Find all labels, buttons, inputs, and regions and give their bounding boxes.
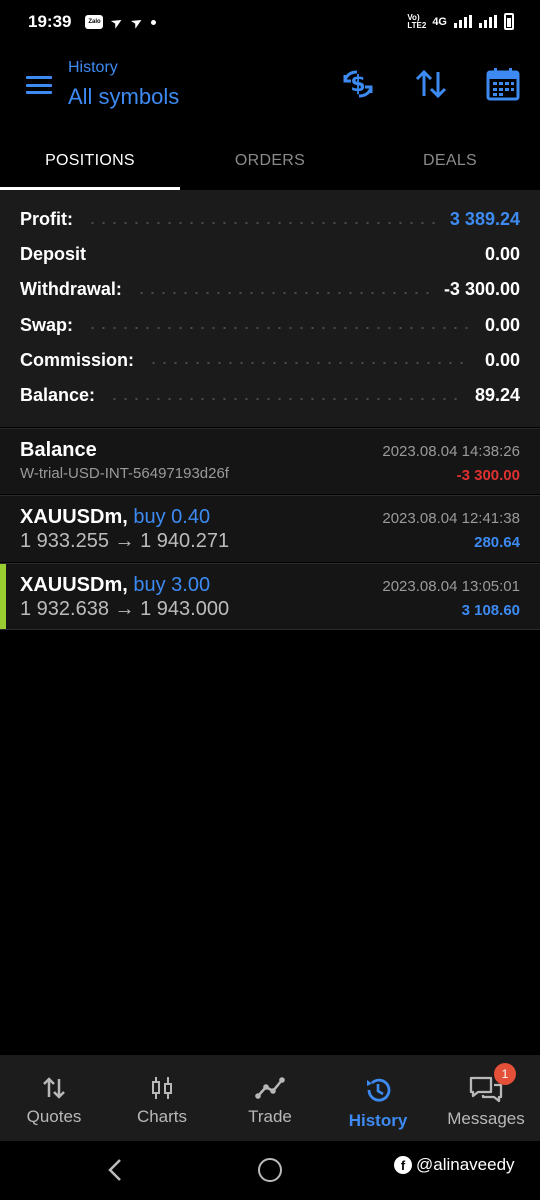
summary-label: Commission:: [20, 349, 135, 370]
summary-row-balance: Balance: 89.24: [20, 378, 520, 413]
telegram-icon: ➤: [108, 11, 127, 32]
selected-marker: [0, 564, 6, 629]
position-time: 2023.08.04 12:41:38: [382, 510, 520, 527]
deal-time: 2023.08.04 14:38:26: [382, 443, 520, 460]
position-profit: 280.64: [474, 534, 520, 551]
deposit-value: 0.00: [484, 244, 520, 265]
bottom-navigation: Quotes Charts Trade History 1 Messages: [0, 1055, 540, 1141]
summary-label: Profit:: [20, 209, 73, 230]
status-bar: 19:39 Zalo ➤ ➤ Vo) LTE2 4G: [0, 0, 540, 44]
position-time: 2023.08.04 13:05:01: [382, 578, 520, 595]
battery-icon: [504, 13, 514, 30]
menu-icon[interactable]: [26, 76, 52, 94]
dotted-leader: [135, 291, 430, 294]
tab-orders[interactable]: ORDERS: [180, 132, 360, 190]
summary-label: Swap:: [20, 314, 74, 335]
dotted-leader: [87, 221, 436, 224]
list-item-balance-operation[interactable]: Balance W-trial-USD-INT-56497193d26f 202…: [0, 428, 540, 494]
unread-badge: 1: [494, 1063, 516, 1085]
system-navigation-bar: f @alinaveedy: [0, 1141, 540, 1200]
currency-exchange-icon[interactable]: $: [340, 66, 376, 102]
history-tabs: POSITIONS ORDERS DEALS: [0, 132, 540, 190]
summary-row-profit: Profit: 3 389.24: [20, 202, 520, 237]
network-type: 4G: [432, 15, 447, 28]
notification-icons: Zalo ➤ ➤: [85, 11, 156, 32]
facebook-icon: f: [394, 1156, 412, 1174]
status-time: 19:39: [28, 12, 72, 31]
balance-value: 89.24: [474, 385, 520, 406]
watermark-text: @alinaveedy: [416, 1155, 515, 1174]
tab-positions[interactable]: POSITIONS: [0, 132, 180, 190]
candlestick-icon: [152, 1077, 172, 1099]
dotted-leader: [109, 397, 461, 400]
summary-row-swap: Swap: 0.00: [20, 308, 520, 343]
dotted-leader: [87, 327, 471, 330]
list-item-position[interactable]: XAUUSDm, buy 0.40 1 933.255 → 1 940.271 …: [0, 495, 540, 562]
volte-label: Vo) LTE2: [407, 12, 427, 30]
nav-quotes[interactable]: Quotes: [0, 1055, 108, 1141]
quotes-arrows-icon: [43, 1077, 65, 1099]
position-symbol: XAUUSDm,: [20, 506, 128, 528]
nav-label: Charts: [136, 1107, 188, 1126]
nav-label: Messages: [447, 1109, 525, 1128]
summary-row-withdrawal: Withdrawal: -3 300.00: [20, 272, 520, 307]
position-prices: 1 932.638 → 1 943.000: [20, 598, 230, 620]
nav-messages[interactable]: 1 Messages: [432, 1055, 540, 1141]
profit-value: 3 389.24: [449, 209, 520, 230]
home-button[interactable]: [258, 1158, 282, 1182]
position-prices: 1 933.255 → 1 940.271: [20, 530, 230, 552]
system-status-icons: Vo) LTE2 4G: [407, 13, 514, 30]
telegram-icon-2: ➤: [127, 11, 146, 32]
position-title: XAUUSDm, buy 3.00: [20, 574, 210, 597]
calendar-icon[interactable]: [485, 66, 521, 102]
signal-icon-2: [479, 15, 497, 28]
deal-title: Balance: [20, 439, 97, 461]
sort-icon[interactable]: [413, 66, 449, 102]
svg-text:$: $: [350, 72, 365, 97]
commission-value: 0.00: [484, 349, 520, 370]
list-item-position[interactable]: XAUUSDm, buy 3.00 1 932.638 → 1 943.000 …: [0, 563, 540, 630]
app-header: History All symbols $: [0, 44, 540, 132]
summary-row-deposit: Deposit 0.00: [20, 237, 520, 272]
deal-comment: W-trial-USD-INT-56497193d26f: [20, 465, 229, 482]
watermark: f @alinaveedy: [394, 1155, 515, 1175]
nav-history[interactable]: History: [324, 1055, 432, 1141]
withdrawal-value: -3 300.00: [443, 279, 520, 300]
summary-label: Deposit: [20, 244, 87, 265]
nav-charts[interactable]: Charts: [108, 1055, 216, 1141]
swap-value: 0.00: [484, 314, 520, 335]
position-direction: buy 0.40: [133, 506, 211, 528]
position-profit: 3 108.60: [461, 602, 520, 619]
summary-label: Withdrawal:: [20, 279, 122, 300]
history-clock-icon: [367, 1078, 391, 1102]
position-direction: buy 3.00: [133, 574, 211, 596]
dotted-leader: [148, 362, 471, 365]
back-icon[interactable]: [104, 1157, 126, 1183]
deal-amount: -3 300.00: [456, 467, 520, 484]
summary-label: Balance:: [20, 385, 96, 406]
signal-icon: [454, 15, 472, 28]
trend-line-icon: [255, 1077, 285, 1099]
position-symbol: XAUUSDm,: [20, 574, 128, 596]
header-subtitle: History: [68, 59, 118, 76]
nav-label: Trade: [248, 1107, 292, 1126]
nav-label: Quotes: [26, 1107, 82, 1126]
tab-deals[interactable]: DEALS: [360, 132, 540, 190]
nav-trade[interactable]: Trade: [216, 1055, 324, 1141]
more-notifications-icon: [150, 19, 156, 25]
nav-label: History: [348, 1111, 408, 1130]
summary-panel: Profit: 3 389.24 Deposit 0.00 Withdrawal…: [0, 190, 540, 427]
dotted-leader: [100, 257, 471, 259]
position-title: XAUUSDm, buy 0.40: [20, 506, 210, 529]
symbol-selector[interactable]: All symbols: [68, 84, 179, 110]
summary-row-commission: Commission: 0.00: [20, 343, 520, 378]
zalo-icon: Zalo: [85, 15, 104, 29]
